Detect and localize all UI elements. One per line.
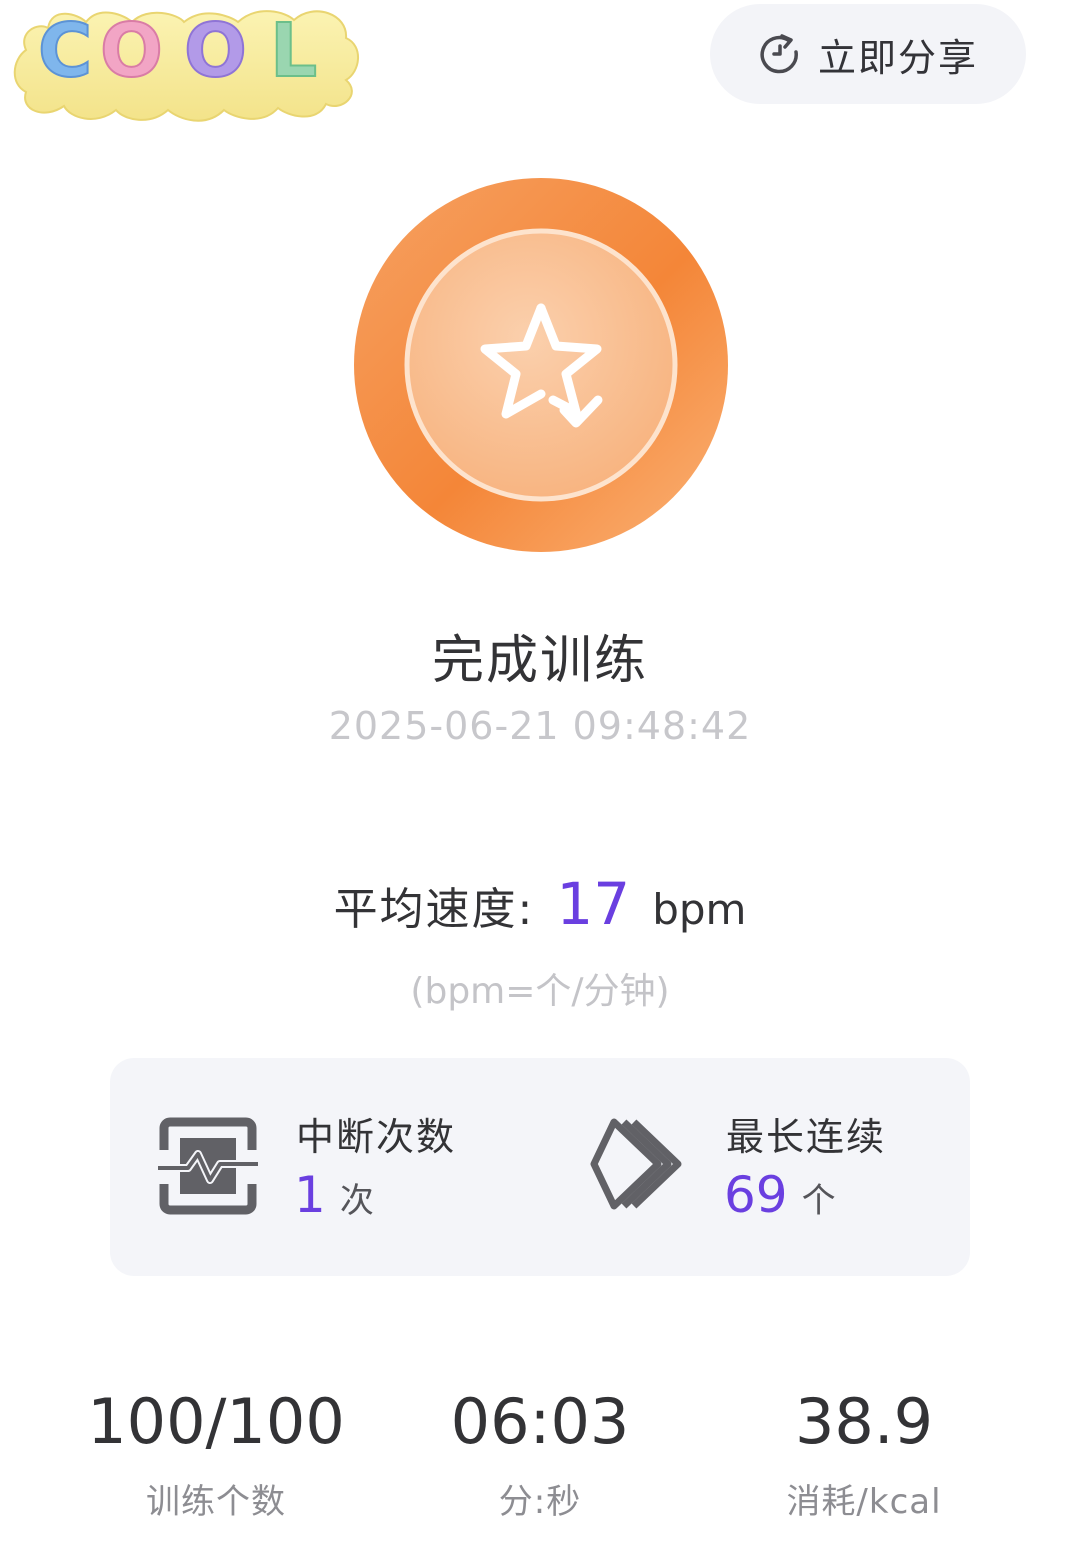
metric-duration: 06:03 分:秒 [360,1386,720,1523]
stats-card: 中断次数 1 次 最长连续 69 个 [110,1058,970,1276]
svg-text:O: O [184,8,247,94]
metric-label: 消耗/kcal [786,1482,942,1522]
speed-label: 平均速度: [333,884,535,935]
interrupt-count-value: 1 [294,1166,326,1224]
average-speed: 平均速度: 17 bpm [0,870,1080,938]
speed-unit: bpm [652,885,747,934]
metric-label: 分:秒 [498,1482,582,1522]
metric-value: 100/100 [87,1385,345,1458]
svg-text:L: L [270,8,317,94]
share-button[interactable]: 立即分享 [710,4,1026,104]
speed-value: 17 [556,870,631,938]
svg-text:O: O [100,8,163,94]
cool-sticker-icon: C O O L [13,7,359,122]
interrupt-count-value-row: 1 次 [294,1166,374,1224]
longest-streak-unit: 个 [801,1181,836,1221]
share-label: 立即分享 [817,35,978,80]
share-refresh-icon [760,34,798,74]
stacked-diamonds-icon [590,1118,682,1210]
metric-calories: 38.9 消耗/kcal [684,1386,1044,1523]
interrupt-count-stat: 中断次数 1 次 [110,1058,540,1276]
training-timestamp: 2025-06-21 09:48:42 [328,704,752,748]
metric-value: 38.9 [794,1385,934,1458]
longest-streak-stat: 最长连续 69 个 [540,1058,970,1276]
cool-sticker: C O O L [8,0,364,132]
metric-label: 训练个数 [146,1482,286,1522]
svg-text:C: C [38,8,92,94]
star-check-icon [354,178,728,552]
longest-streak-value: 69 [724,1166,788,1224]
interrupt-count-label: 中断次数 [296,1115,457,1159]
metric-value: 06:03 [450,1385,630,1458]
longest-streak-label: 最长连续 [726,1115,887,1159]
longest-streak-value-row: 69 个 [724,1166,836,1224]
speed-unit-note: (bpm=个/分钟) [410,971,670,1012]
interrupt-wave-icon [158,1117,258,1215]
completion-medal [354,178,728,552]
interrupt-count-unit: 次 [339,1181,374,1221]
metric-training-count: 100/100 训练个数 [36,1386,396,1523]
page-title: 完成训练 [431,631,648,691]
